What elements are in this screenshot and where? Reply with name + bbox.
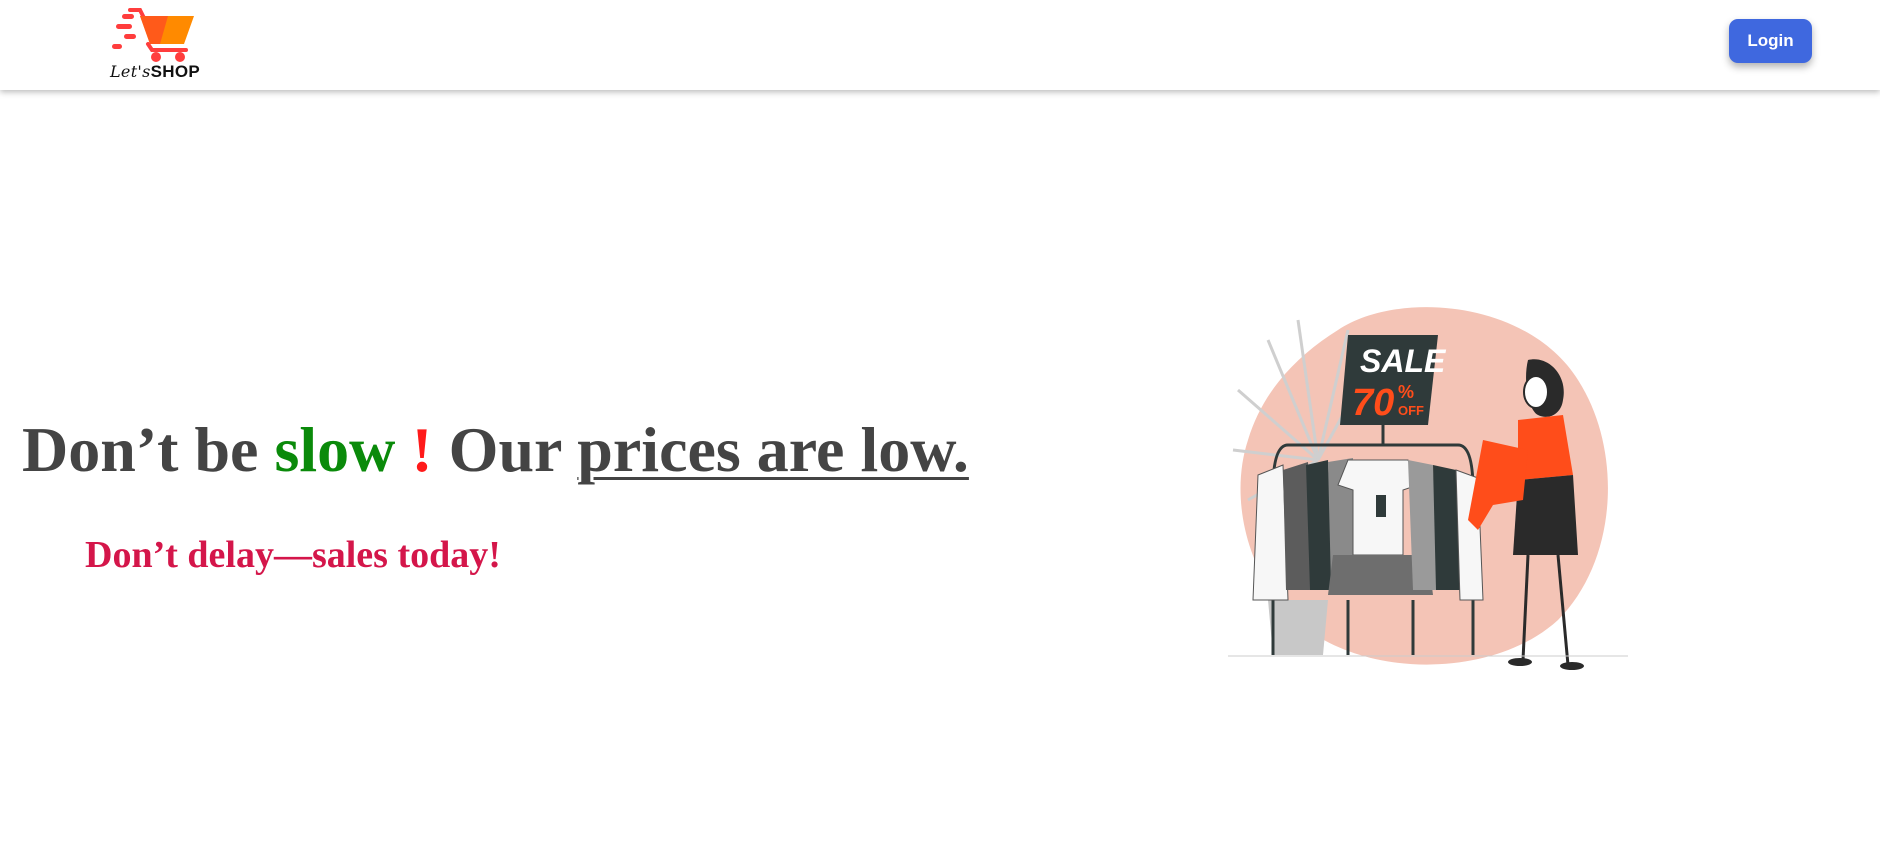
plant-pot xyxy=(1268,600,1328,655)
sign-sale-text: SALE xyxy=(1360,343,1447,379)
navbar: Let'sSHOP Login xyxy=(0,0,1880,90)
sale-illustration-svg: SALE 70 % OFF xyxy=(1228,307,1628,670)
price-tag xyxy=(1376,495,1386,517)
logo-text-script: Let's xyxy=(110,62,151,81)
headline-prices-are-low: prices are low. xyxy=(577,414,969,485)
sale-illustration: SALE 70 % OFF xyxy=(1228,300,1628,680)
login-button[interactable]: Login xyxy=(1729,19,1812,63)
logo-text-bold: SHOP xyxy=(150,62,201,81)
sign-70-text: 70 xyxy=(1352,382,1394,424)
logo[interactable]: Let'sSHOP xyxy=(108,4,204,84)
sign-percent-text: % xyxy=(1398,382,1414,402)
clothes xyxy=(1252,458,1484,601)
logo-text: Let'sSHOP xyxy=(110,62,200,82)
headline-part-1: Don’t be xyxy=(22,414,275,485)
headline-exclamation: ! xyxy=(395,414,449,485)
headline-slow: slow xyxy=(274,414,396,485)
headline-our: Our xyxy=(448,414,578,485)
hero-subheadline: Don’t delay—sales today! xyxy=(85,534,501,576)
sign-off-text: OFF xyxy=(1398,403,1424,418)
shopping-cart-icon xyxy=(112,8,194,62)
hero-headline: Don’t be slow ! Our prices are low. xyxy=(22,418,969,482)
